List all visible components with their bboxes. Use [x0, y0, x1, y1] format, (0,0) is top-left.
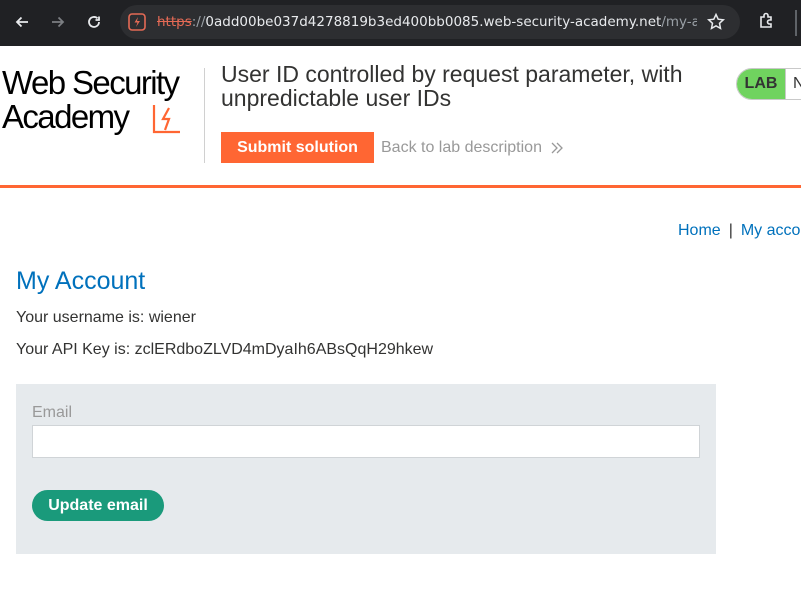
toolbar-edge [795, 10, 801, 36]
logo-line-2: Academy [2, 98, 130, 135]
update-email-form: Email Update email [16, 384, 716, 554]
email-field[interactable] [32, 425, 700, 458]
address-bar[interactable]: https://0add00be037d4278819b3ed400bb0085… [120, 5, 740, 39]
url-host: 0add00be037d4278819b3ed400bb0085.web-sec… [205, 14, 662, 30]
lightning-bolt-icon [150, 103, 184, 136]
site-info-icon[interactable] [128, 13, 146, 31]
url-text[interactable]: https://0add00be037d4278819b3ed400bb0085… [157, 14, 697, 30]
lab-badge-label: LAB [737, 69, 785, 99]
back-to-lab-description-link[interactable]: Back to lab description [381, 139, 542, 157]
lab-header: Web Security Academy User ID controlled … [0, 46, 801, 188]
my-account-link[interactable]: My acco [741, 222, 801, 239]
update-email-button[interactable]: Update email [32, 490, 164, 521]
browser-toolbar: https://0add00be037d4278819b3ed400bb0085… [0, 0, 801, 46]
home-link[interactable]: Home [678, 222, 721, 239]
puzzle-icon[interactable] [757, 11, 779, 33]
url-path: /my-acc… [661, 14, 697, 30]
lab-title: User ID controlled by request parameter,… [221, 61, 683, 111]
back-arrow-icon[interactable] [11, 11, 33, 33]
double-chevron-right-icon[interactable] [550, 141, 564, 155]
nav-separator: | [728, 222, 733, 239]
header-divider [204, 68, 205, 163]
lab-status-text: N [785, 69, 801, 99]
forward-arrow-icon[interactable] [47, 11, 69, 33]
web-security-academy-logo[interactable]: Web Security Academy [2, 66, 202, 138]
url-scheme: https [157, 14, 192, 30]
reload-icon[interactable] [83, 11, 105, 33]
submit-solution-button[interactable]: Submit solution [221, 132, 374, 163]
api-key-line: Your API Key is: zclERdboZLVD4mDyaIh6ABs… [16, 341, 434, 358]
url-separator: :// [191, 14, 206, 30]
email-label: Email [32, 404, 73, 421]
logo-line-1: Web Security [2, 64, 180, 101]
lab-status-badge: LAB N [736, 68, 801, 100]
star-icon[interactable] [706, 12, 726, 32]
page-title: My Account [16, 267, 146, 295]
username-line: Your username is: wiener [16, 309, 196, 326]
account-nav: Home | My acco [678, 222, 800, 240]
